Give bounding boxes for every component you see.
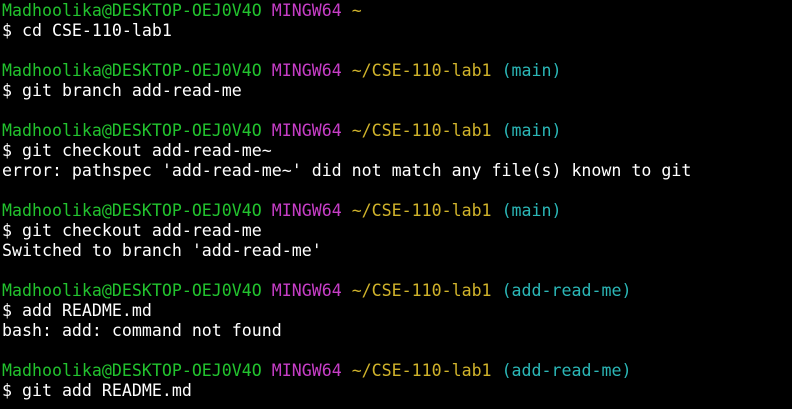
command-line: $ add README.md <box>2 301 152 320</box>
command-line: $ git branch add-read-me <box>2 81 242 100</box>
command-line: $ git checkout add-read-me~ <box>2 141 272 160</box>
prompt-env: MINGW64 <box>271 281 342 300</box>
prompt-branch: (add-read-me) <box>501 281 632 300</box>
prompt-line: Madhoolika@DESKTOP-OEJ0V4O MINGW64 ~/CSE… <box>2 281 792 301</box>
prompt-branch: (main) <box>501 201 562 220</box>
output-line: bash: add: command not found <box>2 321 282 340</box>
prompt-env: MINGW64 <box>271 201 342 220</box>
command-line: $ git checkout add-read-me <box>2 221 262 240</box>
prompt-branch: (main) <box>501 121 562 140</box>
prompt-user-host: Madhoolika@DESKTOP-OEJ0V4O <box>2 61 262 80</box>
prompt-path: ~/CSE-110-lab1 <box>351 201 492 220</box>
prompt-user-host: Madhoolika@DESKTOP-OEJ0V4O <box>2 201 262 220</box>
prompt-path: ~ <box>351 1 362 20</box>
prompt-env: MINGW64 <box>271 1 342 20</box>
prompt-env: MINGW64 <box>271 61 342 80</box>
prompt-line: Madhoolika@DESKTOP-OEJ0V4O MINGW64 ~/CSE… <box>2 61 792 81</box>
prompt-user-host: Madhoolika@DESKTOP-OEJ0V4O <box>2 281 262 300</box>
prompt-path: ~/CSE-110-lab1 <box>351 361 492 380</box>
prompt-branch: (main) <box>501 61 562 80</box>
terminal-window[interactable]: Madhoolika@DESKTOP-OEJ0V4O MINGW64 ~ $ c… <box>0 0 792 409</box>
prompt-path: ~/CSE-110-lab1 <box>351 61 492 80</box>
prompt-env: MINGW64 <box>271 361 342 380</box>
prompt-user-host: Madhoolika@DESKTOP-OEJ0V4O <box>2 121 262 140</box>
prompt-path: ~/CSE-110-lab1 <box>351 121 492 140</box>
prompt-line: Madhoolika@DESKTOP-OEJ0V4O MINGW64 ~/CSE… <box>2 121 792 141</box>
command-line: $ cd CSE-110-lab1 <box>2 21 172 40</box>
prompt-user-host: Madhoolika@DESKTOP-OEJ0V4O <box>2 1 262 20</box>
output-line: error: pathspec 'add-read-me~' did not m… <box>2 161 692 180</box>
prompt-line: Madhoolika@DESKTOP-OEJ0V4O MINGW64 ~/CSE… <box>2 201 792 221</box>
prompt-line: Madhoolika@DESKTOP-OEJ0V4O MINGW64 ~ <box>2 1 792 21</box>
prompt-user-host: Madhoolika@DESKTOP-OEJ0V4O <box>2 361 262 380</box>
output-line: Switched to branch 'add-read-me' <box>2 241 322 260</box>
prompt-env: MINGW64 <box>271 121 342 140</box>
prompt-branch: (add-read-me) <box>501 361 632 380</box>
prompt-line: Madhoolika@DESKTOP-OEJ0V4O MINGW64 ~/CSE… <box>2 361 792 381</box>
prompt-path: ~/CSE-110-lab1 <box>351 281 492 300</box>
command-line[interactable]: $ git add README.md <box>2 381 792 401</box>
